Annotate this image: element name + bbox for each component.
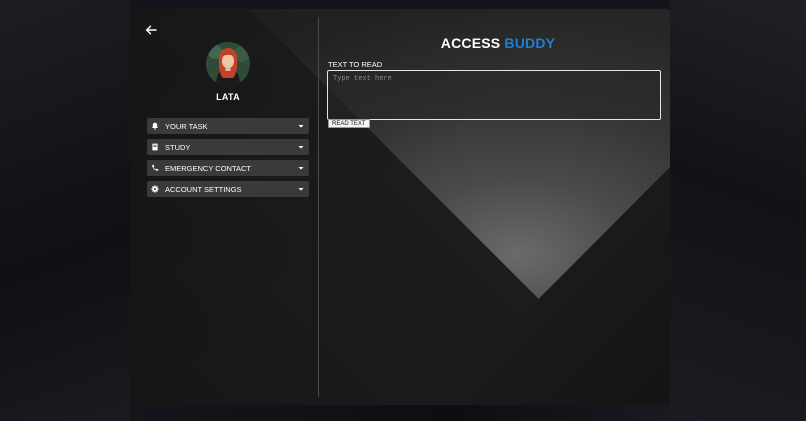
avatar-image <box>206 42 250 86</box>
app-panel: LATA YOUR TASK STUDY EMERGENCY CONTACT A… <box>130 9 670 405</box>
app-title-part1: ACCESS <box>440 35 501 51</box>
menu-item-account-settings[interactable]: ACCOUNT SETTINGS <box>147 181 309 197</box>
caret-down-icon <box>297 143 305 151</box>
sidebar-menu: YOUR TASK STUDY EMERGENCY CONTACT ACCOUN… <box>147 118 309 202</box>
background-top <box>130 0 670 9</box>
background-right <box>670 0 806 421</box>
menu-item-label: YOUR TASK <box>165 121 208 131</box>
panel-diagonal-shade <box>433 167 670 405</box>
menu-item-your-task[interactable]: YOUR TASK <box>147 118 309 134</box>
menu-item-label: EMERGENCY CONTACT <box>165 163 251 173</box>
gear-icon <box>151 185 159 193</box>
background-left <box>0 0 130 421</box>
caret-down-icon <box>297 122 305 130</box>
back-button[interactable] <box>144 23 158 37</box>
caret-down-icon <box>297 164 305 172</box>
menu-item-label: STUDY <box>165 142 191 152</box>
vertical-divider <box>318 17 319 397</box>
text-to-read-label: TEXT TO READ <box>328 60 383 69</box>
menu-item-study[interactable]: STUDY <box>147 139 309 155</box>
user-name: LATA <box>216 92 240 102</box>
caret-down-icon <box>297 185 305 193</box>
app-title: ACCESS BUDDY <box>326 35 670 51</box>
user-avatar[interactable] <box>206 42 250 86</box>
text-to-read-input[interactable] <box>327 70 661 120</box>
phone-icon <box>151 164 159 172</box>
read-text-button[interactable]: READ TEXT <box>328 119 370 128</box>
menu-item-label: ACCOUNT SETTINGS <box>165 184 242 194</box>
app-title-part2: BUDDY <box>504 35 556 51</box>
arrow-left-icon <box>145 25 157 35</box>
menu-item-emergency-contact[interactable]: EMERGENCY CONTACT <box>147 160 309 176</box>
bell-icon <box>151 122 159 130</box>
book-icon <box>151 143 159 151</box>
background-bottom <box>130 405 670 421</box>
sidebar: LATA YOUR TASK STUDY EMERGENCY CONTACT A… <box>130 9 318 405</box>
